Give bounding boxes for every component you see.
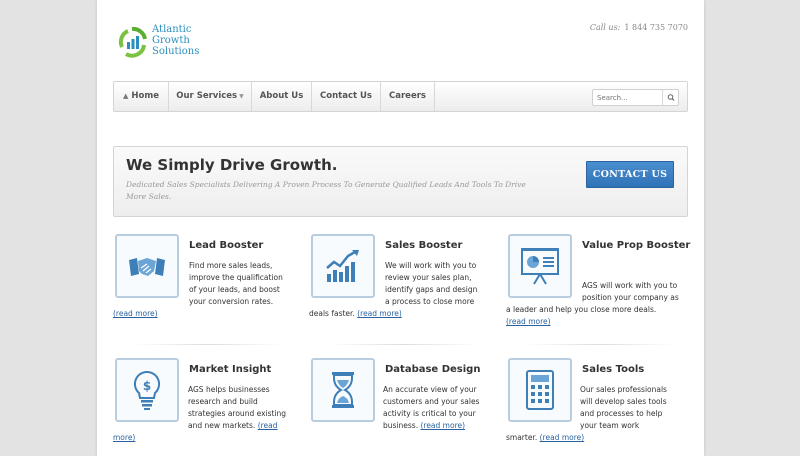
service-description: Find more sales leads, improve the quali… bbox=[113, 260, 283, 320]
hero-subtitle: Dedicated Sales Specialists Delivering A… bbox=[126, 180, 526, 201]
description-line: improve the qualification bbox=[189, 273, 283, 282]
read-more-link[interactable]: (read more) bbox=[540, 433, 585, 442]
main-nav: ▲ Home Our Services ▼ About Us Contact Us … bbox=[113, 81, 688, 112]
read-more-link[interactable]: (read more) bbox=[506, 317, 551, 326]
description-line: review your sales plan, bbox=[385, 273, 472, 282]
service-title: Database Design bbox=[385, 364, 481, 375]
description-line: and new markets. bbox=[188, 421, 256, 430]
read-more-link[interactable]: (read more) bbox=[420, 421, 465, 430]
service-lead-booster: Lead Booster Find more sales leads, impr… bbox=[113, 234, 295, 324]
description-line: a process to close more bbox=[385, 297, 475, 306]
search-input[interactable] bbox=[593, 90, 663, 105]
page: Atlantic Growth Solutions Call us: 1 844 … bbox=[97, 0, 704, 456]
service-database-design: Database Design An accurate view of your… bbox=[309, 358, 491, 448]
description-line: activity is critical to your bbox=[383, 409, 476, 418]
service-description: We will work with you to review your sal… bbox=[309, 260, 477, 320]
logo-text: Atlantic Growth Solutions bbox=[152, 24, 199, 57]
description-line: research and build bbox=[188, 397, 258, 406]
service-value-prop-booster: Value Prop Booster AGS will work with yo… bbox=[506, 234, 690, 334]
hero-title: We Simply Drive Growth. bbox=[126, 156, 338, 174]
description-line: AGS will work with you to bbox=[582, 281, 678, 290]
hero-banner: We Simply Drive Growth. Dedicated Sales … bbox=[113, 146, 688, 217]
description-line: your team work bbox=[580, 421, 640, 430]
service-title: Value Prop Booster bbox=[582, 240, 691, 251]
nav-about-us[interactable]: About Us bbox=[252, 82, 312, 111]
description-line: position your company as bbox=[582, 293, 679, 302]
description-line: Find more sales leads, bbox=[189, 261, 273, 270]
description-line: An accurate view of your bbox=[383, 385, 477, 394]
description-line: strategies around existing bbox=[188, 409, 287, 418]
logo-line-2: Growth bbox=[152, 35, 190, 46]
description-line: your conversion rates. bbox=[189, 297, 274, 306]
description-line: smarter. bbox=[506, 433, 538, 442]
description-line: and processes to help bbox=[580, 409, 663, 418]
divider bbox=[329, 344, 479, 345]
description-line: deals faster. bbox=[309, 309, 355, 318]
service-description: AGS helps businesses research and build … bbox=[113, 384, 286, 444]
logo-line-1: Atlantic bbox=[152, 24, 192, 35]
call-us: Call us: 1 844 735 7070 bbox=[590, 23, 688, 32]
chevron-down-icon: ▼ bbox=[239, 93, 244, 100]
description-line: customers and your sales bbox=[383, 397, 480, 406]
description-line: a leader and help you close more deals. bbox=[506, 305, 657, 314]
service-description: AGS will work with you to position your … bbox=[506, 280, 679, 328]
nav-contact-us[interactable]: Contact Us bbox=[312, 82, 381, 111]
service-sales-booster: Sales Booster We will work with you to r… bbox=[309, 234, 491, 324]
service-title: Market Insight bbox=[189, 364, 272, 375]
description-line: identify gaps and design bbox=[385, 285, 478, 294]
nav-our-services-label: Our Services bbox=[176, 91, 238, 101]
search-icon bbox=[667, 94, 675, 101]
service-title: Sales Tools bbox=[582, 364, 645, 375]
read-more-link-cont[interactable]: more) bbox=[113, 433, 135, 442]
nav-home-label: Home bbox=[131, 91, 159, 101]
phone-number[interactable]: 1 844 735 7070 bbox=[624, 23, 688, 32]
logo-mark-icon bbox=[118, 26, 147, 58]
description-line: Our sales professionals bbox=[580, 385, 667, 394]
call-us-label: Call us: bbox=[589, 23, 621, 32]
nav-our-services[interactable]: Our Services ▼ bbox=[169, 82, 252, 111]
divider bbox=[133, 344, 283, 345]
contact-us-button[interactable]: CONTACT US bbox=[586, 161, 674, 188]
nav-home[interactable]: ▲ Home bbox=[114, 82, 169, 111]
description-line: will develop sales tools bbox=[580, 397, 667, 406]
service-title: Sales Booster bbox=[385, 240, 463, 251]
nav-careers[interactable]: Careers bbox=[381, 82, 435, 111]
read-more-link[interactable]: (read bbox=[258, 421, 278, 430]
service-title: Lead Booster bbox=[189, 240, 264, 251]
description-line: We will work with you to bbox=[385, 261, 477, 270]
nav-about-us-label: About Us bbox=[259, 91, 304, 101]
home-icon: ▲ bbox=[123, 92, 129, 100]
service-description: An accurate view of your customers and y… bbox=[309, 384, 479, 432]
description-line: AGS helps businesses bbox=[188, 385, 270, 394]
company-logo[interactable]: Atlantic Growth Solutions bbox=[116, 22, 226, 62]
search-button[interactable] bbox=[662, 90, 678, 105]
search-box bbox=[592, 89, 679, 106]
nav-contact-us-label: Contact Us bbox=[320, 91, 372, 101]
service-market-insight: $ Market Insight AGS helps businesses re… bbox=[113, 358, 295, 448]
description-line: business. bbox=[383, 421, 419, 430]
divider bbox=[525, 344, 675, 345]
service-description: Our sales professionals will develop sal… bbox=[506, 384, 667, 444]
logo-line-3: Solutions bbox=[152, 46, 200, 57]
read-more-link[interactable]: (read more) bbox=[113, 309, 158, 318]
description-line: of your leads, and boost bbox=[189, 285, 280, 294]
read-more-link[interactable]: (read more) bbox=[357, 309, 402, 318]
service-sales-tools: Sales Tools Our sales professionals will… bbox=[506, 358, 688, 448]
nav-careers-label: Careers bbox=[389, 91, 426, 101]
